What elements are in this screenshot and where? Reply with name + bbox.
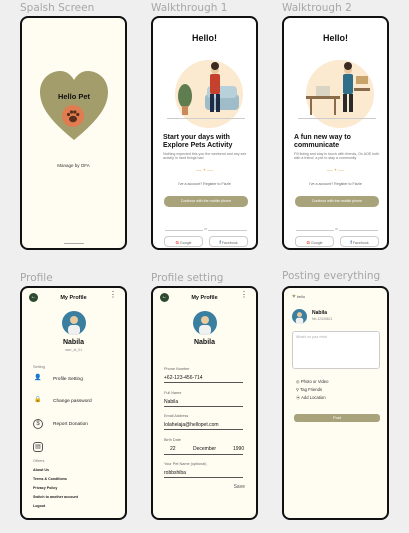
- post-placeholder: What's on your mind: [296, 335, 327, 339]
- email-label: Email Address: [164, 414, 189, 418]
- profile-screen: ← My Profile ⋮ Nabila user_id_01 Setting…: [20, 286, 127, 520]
- walkthrough-title: Start your days with Explore Pets Activi…: [163, 134, 233, 149]
- heart-logo: Hello Pet: [38, 68, 110, 143]
- menu-report-donation[interactable]: $ Report Donation: [33, 419, 119, 432]
- profile-name: Nabila: [193, 339, 215, 346]
- menu-label: Report Donation: [53, 422, 88, 427]
- profile-name: Nabila: [62, 339, 84, 346]
- or-text: or: [203, 227, 209, 231]
- phone-label: Phone Number: [164, 367, 190, 371]
- location-option[interactable]: ⦿ Add Location: [296, 395, 326, 401]
- register-link[interactable]: I've a account? Register to Fizzle: [284, 182, 387, 186]
- user-icon: 👤: [34, 375, 42, 381]
- facebook-icon: f: [350, 240, 352, 245]
- birth-month: December: [193, 446, 217, 452]
- tag-friends-option[interactable]: ⚲ Tag Friends: [296, 387, 322, 392]
- lock-icon: 🔒: [34, 397, 42, 403]
- hello-title: Hello!: [322, 33, 348, 43]
- notification-icon: ▤: [33, 442, 43, 452]
- walkthrough-description: Fill listing and stay in touch with frie…: [294, 152, 380, 161]
- google-label: Google: [179, 241, 192, 245]
- facebook-label: Facebook: [221, 241, 238, 245]
- email-field[interactable]: lolahelaja@hellopet.com: [164, 422, 243, 430]
- avatar: [62, 311, 86, 335]
- location-icon: ⦿: [296, 395, 301, 400]
- photo-video-option[interactable]: ◎ Photo or Video: [296, 379, 328, 384]
- logout-link[interactable]: Logout: [33, 504, 45, 508]
- frame-label-profile-setting: Profile setting: [151, 272, 224, 284]
- post-author-sub: Nb.12345621: [312, 317, 333, 321]
- google-label: Google: [310, 241, 323, 245]
- save-button[interactable]: Save: [234, 484, 245, 490]
- home-indicator: [64, 242, 84, 244]
- others-section-label: Others: [33, 459, 45, 463]
- more-options-icon[interactable]: ⋮: [240, 291, 248, 299]
- post-textarea[interactable]: What's on your mind: [292, 331, 380, 369]
- facebook-label: Facebook: [352, 241, 369, 245]
- facebook-icon: f: [219, 240, 221, 245]
- dollar-icon: $: [33, 419, 43, 429]
- avatar: [292, 309, 307, 324]
- page-indicator: — • —: [195, 168, 214, 174]
- paw-icon: [62, 105, 84, 127]
- google-icon: G: [306, 240, 310, 245]
- walkthrough-description: Nothing expected this you the weekend an…: [163, 152, 247, 161]
- continue-phone-button[interactable]: Continue with the mobile phone: [164, 196, 248, 207]
- pet-name-label: Your Pet Name (optional): [164, 462, 207, 466]
- frame-label-posting: Posting everything: [282, 270, 381, 282]
- pet-name-field[interactable]: robbshiba: [164, 470, 243, 478]
- birth-day: 22: [170, 446, 176, 452]
- phone-field[interactable]: +62-123-456-714: [164, 375, 243, 383]
- menu-label: Profile Setting: [53, 377, 83, 382]
- post-button[interactable]: Post: [294, 414, 380, 422]
- continue-phone-button[interactable]: Continue with the mobile phone: [295, 196, 379, 207]
- frame-label-splash: Spalsh Screen: [20, 2, 95, 14]
- birth-date-label: Birth Date: [164, 438, 181, 442]
- walkthrough-1-screen: Hello! Start your days with Explore Pets…: [151, 16, 258, 250]
- profile-setting-screen: ← My Profile ⋮ Nabila Phone Number +62-1…: [151, 286, 258, 520]
- menu-change-password[interactable]: 🔒 Change password: [33, 396, 119, 409]
- splash-caption: Manage by OFA: [57, 163, 90, 168]
- walkthrough-2-screen: Hello! A fun new way to communicate Fill…: [282, 16, 389, 250]
- posting-screen: ♥ hello Nabila Nb.12345621 What's on you…: [282, 286, 389, 520]
- fullname-label: Full Name: [164, 391, 182, 395]
- frame-label-walkthrough-1: Walkthrough 1: [151, 2, 228, 14]
- walkthrough-title: A fun new way to communicate: [294, 134, 351, 149]
- fullname-field[interactable]: Nabila: [164, 399, 243, 407]
- register-link[interactable]: I've a account? Register to Fizzle: [153, 182, 256, 186]
- about-us-link[interactable]: About Us: [33, 468, 49, 472]
- hello-title: Hello!: [191, 33, 217, 43]
- more-options-icon[interactable]: ⋮: [109, 291, 117, 299]
- walkthrough-illustration: [296, 56, 378, 132]
- heart-title: Hello Pet: [57, 92, 91, 101]
- profile-sub: user_id_01: [64, 348, 83, 352]
- walkthrough-illustration: [165, 56, 247, 132]
- frame-label-walkthrough-2: Walktrough 2: [282, 2, 352, 14]
- splash-screen: Hello Pet Manage by OFA: [20, 16, 127, 250]
- birth-year: 1990: [233, 446, 245, 452]
- tag-icon: ⚲: [296, 387, 300, 392]
- menu-notification[interactable]: ▤: [33, 442, 119, 455]
- google-icon: G: [175, 240, 179, 245]
- google-button[interactable]: G Google: [164, 236, 203, 247]
- photo-icon: ◎: [296, 379, 300, 384]
- or-text: or: [334, 227, 340, 231]
- switch-account-link[interactable]: Switch to another account: [33, 495, 78, 499]
- google-button[interactable]: G Google: [295, 236, 334, 247]
- setting-section-label: Setting: [33, 365, 45, 369]
- avatar: [193, 311, 217, 335]
- privacy-link[interactable]: Privacy Policy: [33, 486, 57, 490]
- page-indicator: — • —: [326, 168, 345, 174]
- facebook-button[interactable]: f Facebook: [340, 236, 379, 247]
- menu-profile-setting[interactable]: 👤 Profile Setting: [33, 374, 119, 387]
- menu-label: Change password: [53, 399, 92, 404]
- frame-label-profile: Profile: [20, 272, 53, 284]
- app-logo: ♥ hello: [292, 294, 306, 300]
- post-author-name: Nabila: [312, 310, 328, 316]
- facebook-button[interactable]: f Facebook: [209, 236, 248, 247]
- terms-link[interactable]: Terms & Conditions: [33, 477, 67, 481]
